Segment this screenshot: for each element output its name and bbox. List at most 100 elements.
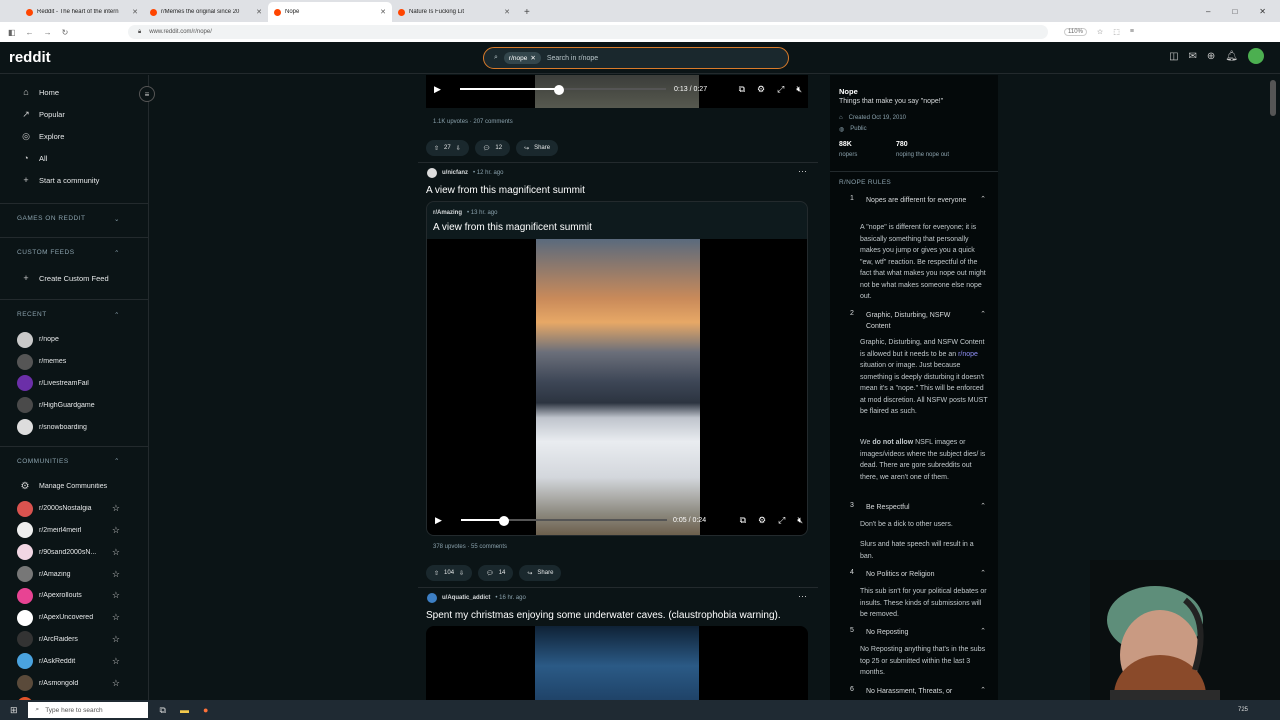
rule-item[interactable]: 3 Be Respectful ⌃ (850, 502, 986, 513)
favorite-star-icon[interactable]: ☆ (112, 547, 120, 558)
settings-gear-icon[interactable]: ⚙ (758, 515, 766, 526)
video-player[interactable] (426, 626, 808, 700)
favorite-star-icon[interactable]: ☆ (112, 590, 120, 601)
favorite-star-icon[interactable]: ☆ (112, 634, 120, 645)
downvote-icon[interactable]: ⇩ (459, 570, 464, 577)
post-title[interactable]: A view from this magnificent summit (426, 185, 585, 196)
rule-item[interactable]: 5 No Reposting ⌃ (850, 627, 986, 638)
menu-icon[interactable]: ≡ (1130, 28, 1134, 36)
community-item[interactable]: r/ApexUncovered ☆ (0, 607, 148, 629)
user-avatar-icon[interactable] (427, 593, 437, 603)
rule-item[interactable]: 6 No Harassment, Threats, or ⌃ (850, 686, 986, 697)
rule-item[interactable]: 4 No Politics or Religion ⌃ (850, 569, 986, 580)
user-avatar[interactable] (1248, 48, 1264, 64)
community-item[interactable]: r/memes (0, 351, 148, 373)
file-explorer-icon[interactable]: ▬ (180, 705, 189, 716)
community-item[interactable]: r/2000sNostalgia ☆ (0, 498, 148, 520)
close-window-button[interactable]: ✕ (1259, 7, 1266, 16)
mute-icon[interactable]: 🔇︎ (796, 84, 802, 95)
close-tab-icon[interactable]: ✕ (504, 8, 510, 16)
downvote-icon[interactable]: ⇩ (456, 145, 461, 152)
notifications-bell-icon[interactable]: 🔔︎ (1225, 51, 1238, 62)
community-item[interactable]: r/Amazing ☆ (0, 563, 148, 585)
community-item[interactable]: r/HighGuardgame (0, 394, 148, 416)
community-item[interactable]: r/snowboarding (0, 416, 148, 438)
mute-icon[interactable]: 🔇︎ (797, 515, 803, 526)
sidebar-item-home[interactable]: ⌂ Home (0, 81, 148, 103)
favorite-star-icon[interactable]: ☆ (112, 656, 120, 667)
community-item[interactable]: r/LivestreamFail (0, 373, 148, 395)
rule-item[interactable]: 2 Graphic, Disturbing, NSFW Content ⌃ (850, 310, 986, 332)
rule-item[interactable]: 1 Nopes are different for everyone ⌃ (850, 195, 986, 206)
sidebar-item-start-community[interactable]: + Start a community (0, 169, 148, 191)
upvote-icon[interactable]: ⇧ (434, 145, 439, 152)
author-name[interactable]: u/Aquatic_addict (442, 595, 490, 601)
community-item[interactable]: r/2meirl4meirl ☆ (0, 520, 148, 542)
fullscreen-icon[interactable]: ⤢ (777, 84, 784, 95)
crosspost-title[interactable]: A view from this magnificent summit (433, 222, 592, 233)
sidebar-toggle-icon[interactable]: ◧ (8, 28, 16, 37)
community-item[interactable]: r/ArcRaiders ☆ (0, 629, 148, 651)
new-tab-button[interactable]: + (516, 2, 538, 22)
advertise-icon[interactable]: ◫ (1169, 51, 1178, 62)
progress-knob[interactable] (554, 85, 564, 95)
favorite-star-icon[interactable]: ☆ (112, 612, 120, 623)
sidebar-item-popular[interactable]: ↗ Popular (0, 103, 148, 125)
minimize-button[interactable]: – (1206, 7, 1210, 16)
close-tab-icon[interactable]: ✕ (132, 8, 138, 16)
subreddit-link[interactable]: r/nope (958, 351, 978, 358)
page-scrollbar[interactable] (1270, 80, 1276, 116)
create-custom-feed-link[interactable]: + Create Custom Feed (0, 267, 148, 289)
search-bar[interactable]: ⌕ r/nope ✕ Search in r/nope (483, 47, 789, 69)
progress-knob[interactable] (499, 516, 509, 526)
share-button[interactable]: ↪ Share (519, 565, 562, 581)
author-name[interactable]: u/nicfanz (442, 170, 468, 176)
settings-gear-icon[interactable]: ⚙ (757, 84, 765, 95)
windows-start-icon[interactable]: ⊞ (10, 705, 18, 716)
share-button[interactable]: ↪ Share (516, 140, 559, 156)
comments-button[interactable]: 💬︎ 12 (474, 140, 511, 156)
browser-tab[interactable]: r/Memes the original since 20 ✕ (144, 2, 268, 22)
crosspost-card[interactable]: r/Amazing • 13 hr. ago A view from this m… (426, 201, 808, 536)
zoom-level[interactable]: 110% (1064, 28, 1087, 36)
upvote-icon[interactable]: ⇧ (434, 570, 439, 577)
fullscreen-icon[interactable]: ⤢ (778, 515, 785, 526)
collapse-sidebar-button[interactable]: ≡ (139, 86, 155, 102)
games-section-header[interactable]: GAMES ON REDDIT ⌄ (0, 203, 148, 233)
chip-remove-icon[interactable]: ✕ (530, 54, 535, 62)
close-tab-icon[interactable]: ✕ (380, 8, 386, 16)
post-title[interactable]: Spent my christmas enjoying some underwa… (426, 610, 781, 621)
favorite-star-icon[interactable]: ☆ (112, 569, 120, 580)
close-tab-icon[interactable]: ✕ (256, 8, 262, 16)
task-view-icon[interactable]: ⧉ (160, 705, 166, 716)
chat-icon[interactable]: ✉ (1189, 51, 1197, 62)
favorite-star-icon[interactable]: ☆ (112, 678, 120, 689)
communities-section-header[interactable]: COMMUNITIES ⌃ (0, 445, 148, 476)
browser-tab[interactable]: Reddit - The heart of the intern ✕ (20, 2, 144, 22)
browser-tab[interactable]: Nature Is Fucking Lit ✕ (392, 2, 516, 22)
play-icon[interactable]: ▶ (434, 84, 441, 95)
bookmark-star-icon[interactable]: ☆ (1097, 28, 1103, 36)
forward-icon[interactable]: → (44, 28, 52, 37)
back-icon[interactable]: ← (26, 28, 34, 37)
community-search-chip[interactable]: r/nope ✕ (503, 52, 541, 64)
community-item[interactable]: r/AskReddit ☆ (0, 650, 148, 672)
reload-icon[interactable]: ↻ (62, 28, 69, 37)
more-options-icon[interactable]: ⋯ (798, 166, 807, 177)
captions-icon[interactable]: ⧉ (740, 515, 746, 526)
community-item[interactable]: r/nope (0, 329, 148, 351)
firefox-icon[interactable]: ● (203, 705, 208, 716)
favorite-star-icon[interactable]: ☆ (112, 525, 120, 536)
crosspost-subreddit[interactable]: r/Amazing (433, 210, 462, 216)
create-post-icon[interactable]: ⊕ (1207, 51, 1215, 62)
taskbar-search[interactable]: ⌕ Type here to search (27, 702, 148, 718)
video-player[interactable]: ▶ 0:05 / 0:24 ⧉ ⚙ ⤢ 🔇︎ (427, 239, 807, 535)
extensions-icon[interactable]: ⬚ (1113, 28, 1120, 36)
community-item[interactable]: r/90sand2000sN... ☆ (0, 541, 148, 563)
url-field[interactable]: 🔒︎ www.reddit.com/r/nope/ (128, 25, 1048, 39)
custom-feeds-section-header[interactable]: CUSTOM FEEDS ⌃ (0, 237, 148, 267)
play-icon[interactable]: ▶ (435, 515, 442, 526)
video-player[interactable]: ▶ 0:13 / 0:27 ⧉ ⚙ ⤢ 🔇︎ (426, 75, 808, 108)
comments-button[interactable]: 💬︎ 14 (478, 565, 514, 581)
user-avatar-icon[interactable] (427, 168, 437, 178)
